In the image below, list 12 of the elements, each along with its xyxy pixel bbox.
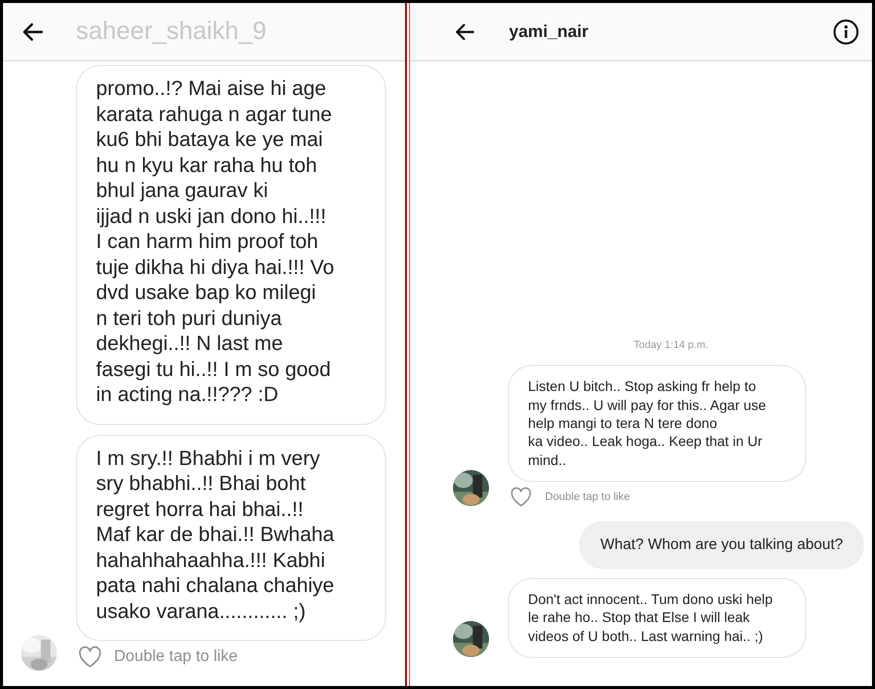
message-bubble: Don't act innocent.. Tum dono uski help le rahe ho.. Stop that Else I will leak videos of U both.. Last warning hai.. ;): [508, 578, 806, 658]
message-bubble: promo..!? Mai aise hi age karata rahuga n agar tune ku6 bhi bataya ke ye mai hu n kyu kar raha hu toh bhul jana gaurav ki ijjad n uski jan dono hi..!!! I can harm him proof toh tuje dikha hi diya hai.!!! Vo dvd usake bap ko milegi n teri toh puri duniya dekhegi..!! N last me fasegi tu hi..!! I m so good in acting na.!!??? :D: [76, 65, 386, 424]
like-hint: Double tap to like: [114, 648, 238, 666]
like-hint: Double tap to like: [545, 490, 630, 503]
username: yami_nair: [509, 22, 590, 42]
timestamp: Today 1:14 p.m.: [632, 339, 710, 352]
message-bubble: What? Whom are you talking about?: [579, 520, 864, 570]
message-bubble: Listen U bitch.. Stop asking fr help to my frnds.. U will pay for this.. Agar use help mangi to tera N tere dono ka video.. Leak hoga.. Keep that in Ur mind..: [508, 365, 806, 482]
heart-icon[interactable]: [510, 486, 532, 507]
info-icon[interactable]: [833, 18, 859, 44]
message-bubble: I m sry.!! Bhabhi i m very sry bhabhi..!! Bhai boht regret horra hai bhai..!! Maf kar de bhai.!! Bwhaha hahahhahaahha.!!! Kabhi pata nahi chalana chahiye usako varana............ ;): [76, 434, 386, 641]
heart-icon[interactable]: [78, 646, 102, 668]
